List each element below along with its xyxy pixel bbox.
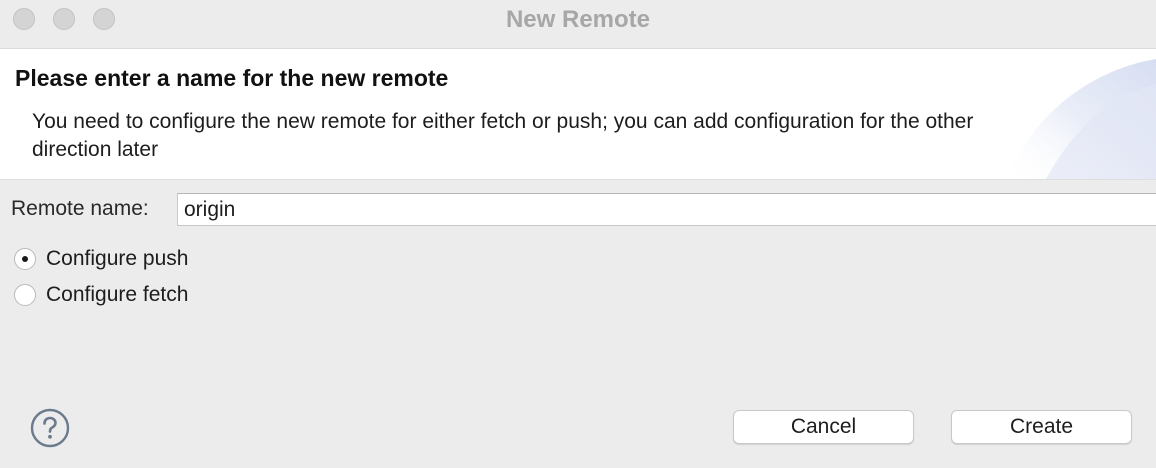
configure-fetch-label: Configure fetch <box>46 283 189 306</box>
banner-decoration-graphic <box>1006 59 1156 179</box>
create-button[interactable]: Create <box>951 410 1132 444</box>
configure-fetch-radio[interactable] <box>14 284 36 306</box>
wizard-banner: Please enter a name for the new remote Y… <box>0 49 1156 180</box>
remote-name-row: Remote name: <box>0 192 1156 228</box>
banner-heading: Please enter a name for the new remote <box>15 65 449 91</box>
remote-name-label: Remote name: <box>11 197 149 220</box>
configure-fetch-option[interactable]: Configure fetch <box>14 281 188 309</box>
window-title: New Remote <box>505 6 651 33</box>
configure-push-label: Configure push <box>46 247 189 270</box>
remote-name-input[interactable] <box>177 193 1156 226</box>
configure-push-radio[interactable] <box>14 248 36 270</box>
help-icon[interactable] <box>30 408 70 448</box>
title-bar: New Remote <box>0 0 1156 49</box>
configure-push-option[interactable]: Configure push <box>14 245 188 273</box>
cancel-button[interactable]: Cancel <box>733 410 914 444</box>
banner-description: You need to configure the new remote for… <box>32 110 974 161</box>
